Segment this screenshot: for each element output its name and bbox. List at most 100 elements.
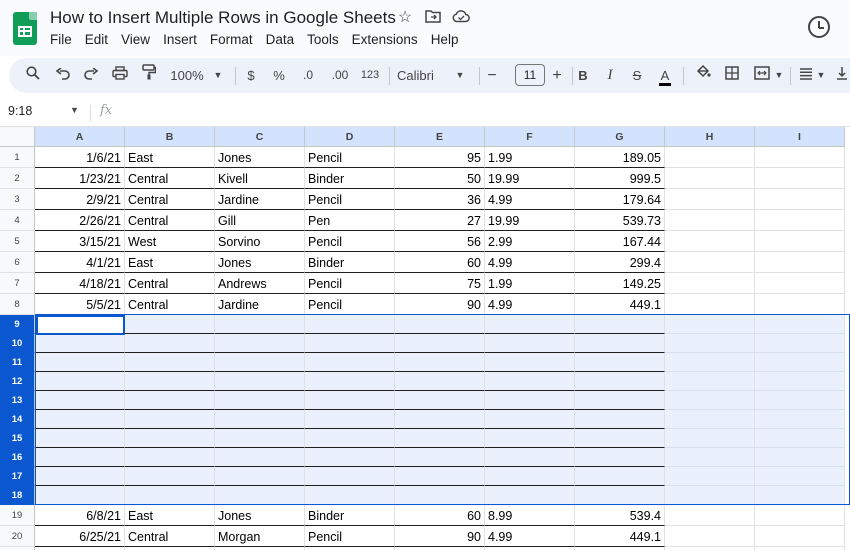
cell-h17[interactable]	[665, 467, 755, 486]
cell-g5[interactable]: 167.44	[575, 231, 665, 252]
row-header[interactable]: 10	[0, 334, 35, 353]
cell-g8[interactable]: 449.1	[575, 294, 665, 315]
cell-f14[interactable]	[485, 410, 575, 429]
cell-d1[interactable]: Pencil	[305, 147, 395, 168]
cell-f7[interactable]: 1.99	[485, 273, 575, 294]
cell-g20[interactable]: 449.1	[575, 526, 665, 547]
cell-g19[interactable]: 539.4	[575, 505, 665, 526]
cell-i1[interactable]	[755, 147, 845, 168]
column-header-e[interactable]: E	[395, 127, 485, 147]
cell-b11[interactable]	[125, 353, 215, 372]
sheets-logo-icon[interactable]	[13, 12, 37, 45]
font-select[interactable]: Calibri	[397, 58, 442, 93]
cell-c6[interactable]: Jones	[215, 252, 305, 273]
cell-d11[interactable]	[305, 353, 395, 372]
cell-d4[interactable]: Pen	[305, 210, 395, 231]
menu-insert[interactable]: Insert	[163, 32, 197, 47]
cell-h15[interactable]	[665, 429, 755, 448]
cell-f18[interactable]	[485, 486, 575, 505]
cell-b1[interactable]: East	[125, 147, 215, 168]
cell-e9[interactable]	[395, 315, 485, 334]
cell-f20[interactable]: 4.99	[485, 526, 575, 547]
column-header-g[interactable]: G	[575, 127, 665, 147]
row-header[interactable]: 17	[0, 467, 35, 486]
cell-d14[interactable]	[305, 410, 395, 429]
cell-b12[interactable]	[125, 372, 215, 391]
cell-g1[interactable]: 189.05	[575, 147, 665, 168]
cell-h11[interactable]	[665, 353, 755, 372]
cell-f10[interactable]	[485, 334, 575, 353]
decrease-decimal-button[interactable]: .0	[297, 58, 319, 93]
cell-i7[interactable]	[755, 273, 845, 294]
cell-d15[interactable]	[305, 429, 395, 448]
cell-h10[interactable]	[665, 334, 755, 353]
search-menus-icon[interactable]	[23, 58, 43, 93]
text-color-button[interactable]: A	[657, 58, 673, 93]
cell-f5[interactable]: 2.99	[485, 231, 575, 252]
cell-b9[interactable]	[125, 315, 215, 334]
menu-format[interactable]: Format	[210, 32, 253, 47]
menu-tools[interactable]: Tools	[307, 32, 339, 47]
cell-c8[interactable]: Jardine	[215, 294, 305, 315]
star-icon[interactable]: ☆	[396, 9, 414, 27]
chevron-down-icon[interactable]: ▼	[70, 105, 79, 115]
cell-e6[interactable]: 60	[395, 252, 485, 273]
cell-e7[interactable]: 75	[395, 273, 485, 294]
cell-a19[interactable]: 6/8/21	[35, 505, 125, 526]
cell-a8[interactable]: 5/5/21	[35, 294, 125, 315]
row-header[interactable]: 11	[0, 353, 35, 372]
cell-f9[interactable]	[485, 315, 575, 334]
row-header[interactable]: 19	[0, 505, 35, 526]
cell-a7[interactable]: 4/18/21	[35, 273, 125, 294]
cell-d3[interactable]: Pencil	[305, 189, 395, 210]
column-header-h[interactable]: H	[665, 127, 755, 147]
row-header[interactable]: 13	[0, 391, 35, 410]
row-header[interactable]: 4	[0, 210, 35, 231]
merge-cells-icon[interactable]	[752, 58, 772, 93]
cell-a4[interactable]: 2/26/21	[35, 210, 125, 231]
cell-g12[interactable]	[575, 372, 665, 391]
cell-g15[interactable]	[575, 429, 665, 448]
cell-h7[interactable]	[665, 273, 755, 294]
cell-g3[interactable]: 179.64	[575, 189, 665, 210]
cell-i16[interactable]	[755, 448, 845, 467]
row-header[interactable]: 5	[0, 231, 35, 252]
cell-d16[interactable]	[305, 448, 395, 467]
cell-d20[interactable]: Pencil	[305, 526, 395, 547]
cell-c20[interactable]: Morgan	[215, 526, 305, 547]
cell-d18[interactable]	[305, 486, 395, 505]
redo-icon[interactable]	[81, 58, 101, 93]
cell-e5[interactable]: 56	[395, 231, 485, 252]
cell-g14[interactable]	[575, 410, 665, 429]
cell-b10[interactable]	[125, 334, 215, 353]
cell-c3[interactable]: Jardine	[215, 189, 305, 210]
cell-i3[interactable]	[755, 189, 845, 210]
cell-i4[interactable]	[755, 210, 845, 231]
cell-h5[interactable]	[665, 231, 755, 252]
cell-f19[interactable]: 8.99	[485, 505, 575, 526]
select-all-corner[interactable]	[0, 127, 35, 147]
row-header[interactable]: 12	[0, 372, 35, 391]
cloud-status-icon[interactable]	[452, 9, 470, 27]
cell-f15[interactable]	[485, 429, 575, 448]
cell-b14[interactable]	[125, 410, 215, 429]
cell-f17[interactable]	[485, 467, 575, 486]
cell-b13[interactable]	[125, 391, 215, 410]
cell-d10[interactable]	[305, 334, 395, 353]
row-header[interactable]: 16	[0, 448, 35, 467]
horizontal-align-icon[interactable]	[797, 58, 815, 93]
increase-decimal-button[interactable]: .00	[327, 58, 353, 93]
cell-a1[interactable]: 1/6/21	[35, 147, 125, 168]
cell-b18[interactable]	[125, 486, 215, 505]
cell-h13[interactable]	[665, 391, 755, 410]
strikethrough-button[interactable]: S	[629, 58, 645, 93]
cell-e12[interactable]	[395, 372, 485, 391]
cell-b3[interactable]: Central	[125, 189, 215, 210]
cell-d6[interactable]: Binder	[305, 252, 395, 273]
cell-f3[interactable]: 4.99	[485, 189, 575, 210]
cell-a2[interactable]: 1/23/21	[35, 168, 125, 189]
cell-c12[interactable]	[215, 372, 305, 391]
cell-i20[interactable]	[755, 526, 845, 547]
cell-c19[interactable]: Jones	[215, 505, 305, 526]
cell-d13[interactable]	[305, 391, 395, 410]
